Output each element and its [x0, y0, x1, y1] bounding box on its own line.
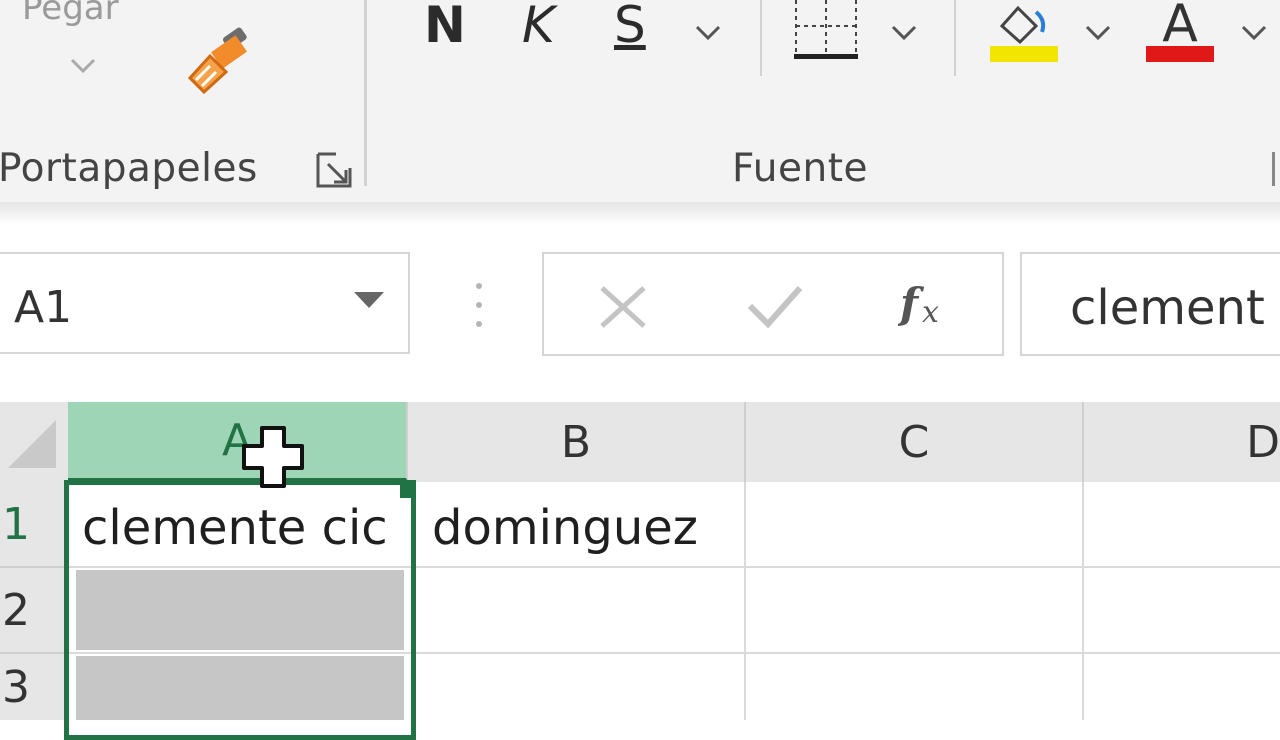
- formula-input-text[interactable]: clement: [1070, 280, 1265, 336]
- borders-icon[interactable]: [792, 0, 860, 66]
- formula-bar-grip-icon[interactable]: [474, 282, 484, 332]
- fill-handle[interactable]: [400, 482, 416, 498]
- borders-dropdown-chevron-icon[interactable]: [890, 20, 918, 50]
- underline-dropdown-chevron-icon[interactable]: [694, 20, 722, 50]
- column-header-d[interactable]: D: [1084, 402, 1280, 482]
- name-box-value[interactable]: A1: [14, 282, 72, 333]
- name-box-dropdown-icon[interactable]: [352, 290, 386, 314]
- column-header-c[interactable]: C: [746, 402, 1084, 482]
- row-header-2[interactable]: 2: [0, 568, 68, 654]
- cell-select-cursor-icon: [240, 424, 306, 494]
- select-all-button[interactable]: [0, 402, 68, 482]
- toolbar-separator: [760, 0, 762, 76]
- font-color-swatch: [1146, 46, 1214, 62]
- clipboard-group-label: Portapapeles: [0, 146, 258, 191]
- fill-color-icon[interactable]: [988, 0, 1060, 68]
- bold-button[interactable]: N: [424, 0, 466, 54]
- italic-button[interactable]: K: [522, 0, 555, 54]
- cell-b1[interactable]: dominguez: [432, 500, 742, 556]
- column-header-a[interactable]: A: [68, 402, 408, 482]
- gridline: [1082, 482, 1084, 720]
- row-header-3[interactable]: 3: [0, 654, 68, 720]
- paste-button-label[interactable]: Pegar: [22, 0, 119, 28]
- row-header-1[interactable]: 1: [0, 482, 68, 568]
- gridline: [744, 482, 746, 720]
- toolbar-separator: [954, 0, 956, 76]
- font-dialog-launcher-edge[interactable]: [1272, 152, 1275, 186]
- cancel-icon[interactable]: [598, 284, 648, 334]
- clipboard-dialog-launcher-icon[interactable]: [316, 152, 352, 188]
- format-painter-icon[interactable]: [184, 26, 260, 100]
- selection-border: [64, 480, 416, 740]
- paste-dropdown-chevron-icon[interactable]: [70, 52, 96, 82]
- font-group-label: Fuente: [732, 146, 869, 191]
- underline-button[interactable]: S: [614, 0, 646, 54]
- fill-color-dropdown-chevron-icon[interactable]: [1084, 20, 1112, 50]
- ribbon-shadow: [0, 202, 1280, 224]
- enter-check-icon[interactable]: [746, 284, 804, 334]
- font-color-dropdown-chevron-icon[interactable]: [1240, 20, 1268, 50]
- svg-text:f: f: [898, 279, 925, 328]
- svg-text:x: x: [922, 295, 939, 330]
- insert-function-icon[interactable]: f x: [897, 278, 958, 334]
- group-separator: [364, 0, 367, 186]
- column-header-b[interactable]: B: [408, 402, 746, 482]
